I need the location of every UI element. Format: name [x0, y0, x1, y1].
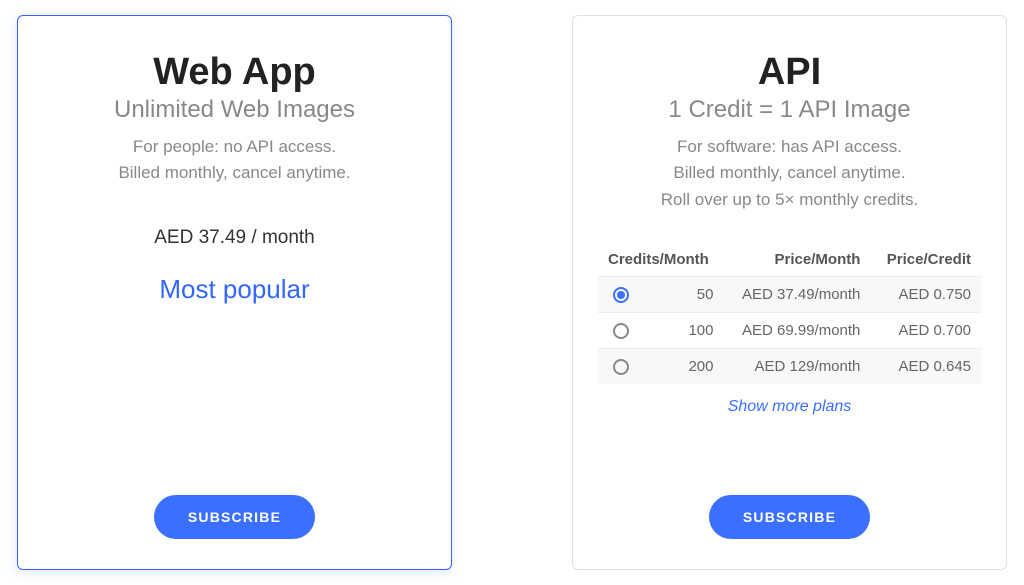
most-popular-badge: Most popular [159, 274, 309, 305]
api-description: For software: has API access. Billed mon… [661, 134, 918, 213]
radio-icon[interactable] [613, 287, 629, 303]
webapp-subtitle: Unlimited Web Images [114, 96, 355, 124]
table-row[interactable]: 50 AED 37.49/month AED 0.750 [598, 277, 981, 313]
plan-radio-cell[interactable] [598, 349, 643, 385]
webapp-price: AED 37.49 / month [154, 227, 315, 249]
header-price: Price/Month [723, 243, 870, 277]
header-unit: Price/Credit [870, 243, 981, 277]
plan-price: AED 69.99/month [723, 313, 870, 349]
table-row[interactable]: 200 AED 129/month AED 0.645 [598, 349, 981, 385]
table-header-row: Credits/Month Price/Month Price/Credit [598, 243, 981, 277]
plan-radio-cell[interactable] [598, 313, 643, 349]
api-subscribe-button[interactable]: SUBSCRIBE [709, 495, 870, 539]
api-desc-line3: Roll over up to 5× monthly credits. [661, 190, 918, 209]
plan-credits: 200 [643, 349, 723, 385]
webapp-desc-line2: Billed monthly, cancel anytime. [118, 163, 350, 182]
radio-icon[interactable] [613, 323, 629, 339]
radio-icon[interactable] [613, 359, 629, 375]
api-desc-line1: For software: has API access. [677, 137, 902, 156]
webapp-title: Web App [153, 51, 316, 94]
plan-radio-cell[interactable] [598, 277, 643, 313]
plan-unit: AED 0.700 [870, 313, 981, 349]
api-plans-table: Credits/Month Price/Month Price/Credit 5… [598, 243, 981, 384]
webapp-description: For people: no API access. Billed monthl… [118, 134, 350, 187]
plan-unit: AED 0.645 [870, 349, 981, 385]
webapp-card[interactable]: Web App Unlimited Web Images For people:… [17, 15, 452, 570]
table-row[interactable]: 100 AED 69.99/month AED 0.700 [598, 313, 981, 349]
plan-price: AED 129/month [723, 349, 870, 385]
api-desc-line2: Billed monthly, cancel anytime. [673, 163, 905, 182]
api-subtitle: 1 Credit = 1 API Image [668, 96, 910, 124]
plan-price: AED 37.49/month [723, 277, 870, 313]
api-title: API [758, 51, 821, 94]
plan-unit: AED 0.750 [870, 277, 981, 313]
plan-credits: 100 [643, 313, 723, 349]
plan-credits: 50 [643, 277, 723, 313]
webapp-desc-line1: For people: no API access. [133, 137, 336, 156]
api-card[interactable]: API 1 Credit = 1 API Image For software:… [572, 15, 1007, 570]
show-more-plans-link[interactable]: Show more plans [728, 398, 852, 416]
webapp-subscribe-button[interactable]: SUBSCRIBE [154, 495, 315, 539]
pricing-cards-container: Web App Unlimited Web Images For people:… [10, 15, 1014, 570]
header-credits: Credits/Month [598, 243, 723, 277]
